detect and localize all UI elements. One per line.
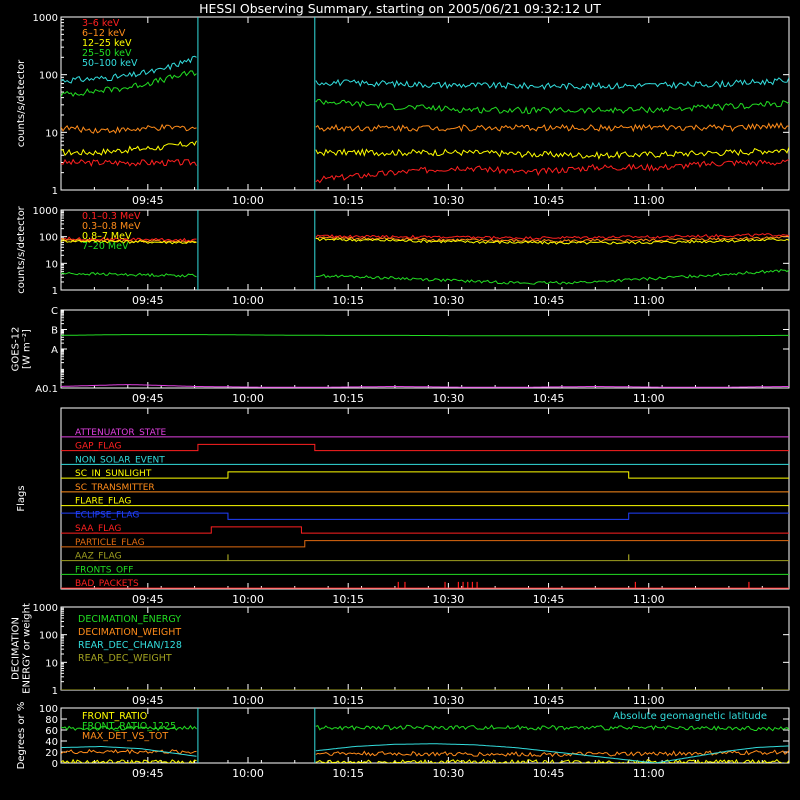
y-tick-label: B <box>51 326 58 337</box>
x-tick-label: 10:00 <box>232 194 264 207</box>
x-tick-label: 11:00 <box>633 593 665 606</box>
x-tick-label: 09:45 <box>132 194 164 207</box>
y-tick-label: 100 <box>39 233 58 244</box>
x-tick-label: 10:45 <box>533 194 565 207</box>
x-tick-label: 10:00 <box>232 767 264 780</box>
y-tick-label: 40 <box>45 737 58 748</box>
legend-entry: REAR_DEC_WEIGHT <box>78 653 172 664</box>
observing-summary-figure: HESSI Observing Summary, starting on 200… <box>0 0 800 800</box>
y-tick-label: 80 <box>45 715 58 726</box>
y-tick-label: 100 <box>39 631 58 642</box>
x-tick-label: 10:45 <box>533 767 565 780</box>
x-tick-label: 10:30 <box>433 694 465 707</box>
flag-label: FLARE_FLAG <box>75 497 131 507</box>
y-axis-label: ENERGY or weight <box>22 603 33 694</box>
y-tick-label: 10 <box>45 128 58 139</box>
x-tick-label: 10:30 <box>433 194 465 207</box>
y-tick-label: 1 <box>52 686 58 697</box>
x-tick-label: 09:45 <box>132 392 164 405</box>
y-tick-label: 60 <box>45 726 58 737</box>
y-axis-label: counts/s/detector <box>16 205 27 293</box>
x-tick-label: 10:15 <box>332 392 364 405</box>
x-tick-label: 10:45 <box>533 694 565 707</box>
x-tick-label: 11:00 <box>633 392 665 405</box>
x-tick-label: 09:45 <box>132 294 164 307</box>
x-tick-label: 09:45 <box>132 767 164 780</box>
flag-label: BAD_PACKETS <box>75 579 139 589</box>
flag-label: SC_IN_SUNLIGHT <box>75 469 152 479</box>
y-tick-label: 1000 <box>33 603 58 614</box>
legend-entry: DECIMATION_ENERGY <box>78 614 181 625</box>
x-tick-label: 10:30 <box>433 767 465 780</box>
flag-label: NON_SOLAR_EVENT <box>75 455 165 465</box>
x-tick-label: 11:00 <box>633 194 665 207</box>
x-tick-label: 09:45 <box>132 593 164 606</box>
y-axis-label: counts/s/detector <box>16 59 27 147</box>
x-tick-label: 09:45 <box>132 694 164 707</box>
y-tick-label: 0 <box>52 759 58 770</box>
x-tick-label: 10:30 <box>433 294 465 307</box>
x-tick-label: 10:15 <box>332 767 364 780</box>
x-tick-label: 10:00 <box>232 694 264 707</box>
figure-background <box>0 0 800 800</box>
y-tick-label: C <box>51 306 58 317</box>
annotation-label: Absolute geomagnetic latitude <box>613 711 767 722</box>
y-tick-label: 10 <box>45 259 58 270</box>
x-tick-label: 11:00 <box>633 294 665 307</box>
x-tick-label: 11:00 <box>633 694 665 707</box>
x-tick-label: 10:00 <box>232 294 264 307</box>
y-axis-label: Flags <box>16 485 27 511</box>
y-tick-label: 1 <box>52 186 58 197</box>
flag-label: ECLIPSE_FLAG <box>75 510 139 520</box>
x-tick-label: 10:15 <box>332 694 364 707</box>
y-tick-label: 1 <box>52 286 58 297</box>
legend-entry: DECIMATION_WEIGHT <box>78 627 181 638</box>
y-axis-label: Degrees or % <box>16 702 27 770</box>
y-tick-label: 1000 <box>33 206 58 217</box>
x-tick-label: 10:15 <box>332 593 364 606</box>
x-tick-label: 10:45 <box>533 294 565 307</box>
x-tick-label: 10:45 <box>533 392 565 405</box>
y-tick-label: 10 <box>45 658 58 669</box>
legend-entry: 50–100 keV <box>82 58 138 69</box>
x-tick-label: 10:15 <box>332 194 364 207</box>
flag-label: ATTENUATOR_STATE <box>75 428 167 438</box>
y-tick-label: 1000 <box>33 13 58 24</box>
x-tick-label: 10:45 <box>533 593 565 606</box>
figure-title: HESSI Observing Summary, starting on 200… <box>199 1 601 16</box>
flag-label: PARTICLE_FLAG <box>75 538 145 548</box>
flag-label: GAP_FLAG <box>75 442 121 452</box>
x-tick-label: 10:30 <box>433 593 465 606</box>
flag-label: SAA_FLAG <box>75 524 121 534</box>
y-axis-label: DECIMATION <box>11 617 22 680</box>
x-tick-label: 10:30 <box>433 392 465 405</box>
y-tick-label: 100 <box>39 71 58 82</box>
y-tick-label: 20 <box>45 748 58 759</box>
y-axis-label: [W m⁻²] <box>22 329 33 369</box>
x-tick-label: 10:15 <box>332 294 364 307</box>
legend-entry: 7–20 MeV <box>82 241 129 252</box>
legend-entry: MAX_DET_VS_TOT <box>82 731 168 742</box>
flag-label: FRONTS_OFF <box>75 565 133 575</box>
y-axis-label: GOES-12 <box>11 327 22 372</box>
flag-label: AAZ_FLAG <box>75 552 122 562</box>
x-tick-label: 10:00 <box>232 593 264 606</box>
x-tick-label: 11:00 <box>633 767 665 780</box>
legend-entry: REAR_DEC_CHAN/128 <box>78 640 182 651</box>
flag-label: SC_TRANSMITTER <box>75 483 155 493</box>
x-tick-label: 10:00 <box>232 392 264 405</box>
y-tick-label: A0.1 <box>35 384 58 395</box>
y-tick-label: 100 <box>39 704 58 715</box>
y-tick-label: A <box>51 345 58 356</box>
